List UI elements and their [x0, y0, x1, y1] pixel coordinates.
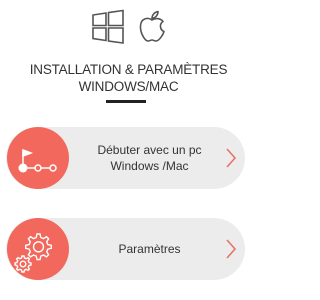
start-pc-label-line2: Windows /Mac	[110, 159, 189, 173]
title-underline	[106, 100, 146, 103]
chevron-right-icon	[226, 148, 237, 168]
page-title-line1: INSTALLATION & PARAMÈTRES	[29, 62, 228, 77]
chevron-right-icon	[226, 239, 237, 259]
gears-icon	[14, 233, 52, 273]
apple-icon	[136, 9, 168, 45]
windows-icon	[90, 9, 126, 45]
start-pc-button[interactable]: Débuter avec un pc Windows /Mac	[6, 127, 245, 189]
page-title-line2: WINDOWS/MAC	[78, 79, 179, 94]
settings-label-line1: Paramètres	[118, 242, 181, 256]
header-icons	[0, 9, 257, 45]
start-pc-label: Débuter avec un pc Windows /Mac	[72, 127, 227, 189]
settings-icon-circle	[7, 218, 69, 280]
settings-label: Paramètres	[72, 218, 227, 280]
settings-button[interactable]: Paramètres	[6, 218, 245, 280]
start-icon-circle	[7, 127, 69, 189]
start-path-icon	[18, 148, 57, 173]
start-pc-label-line1: Débuter avec un pc	[97, 143, 202, 157]
page-title: INSTALLATION & PARAMÈTRES WINDOWS/MAC	[0, 61, 257, 95]
